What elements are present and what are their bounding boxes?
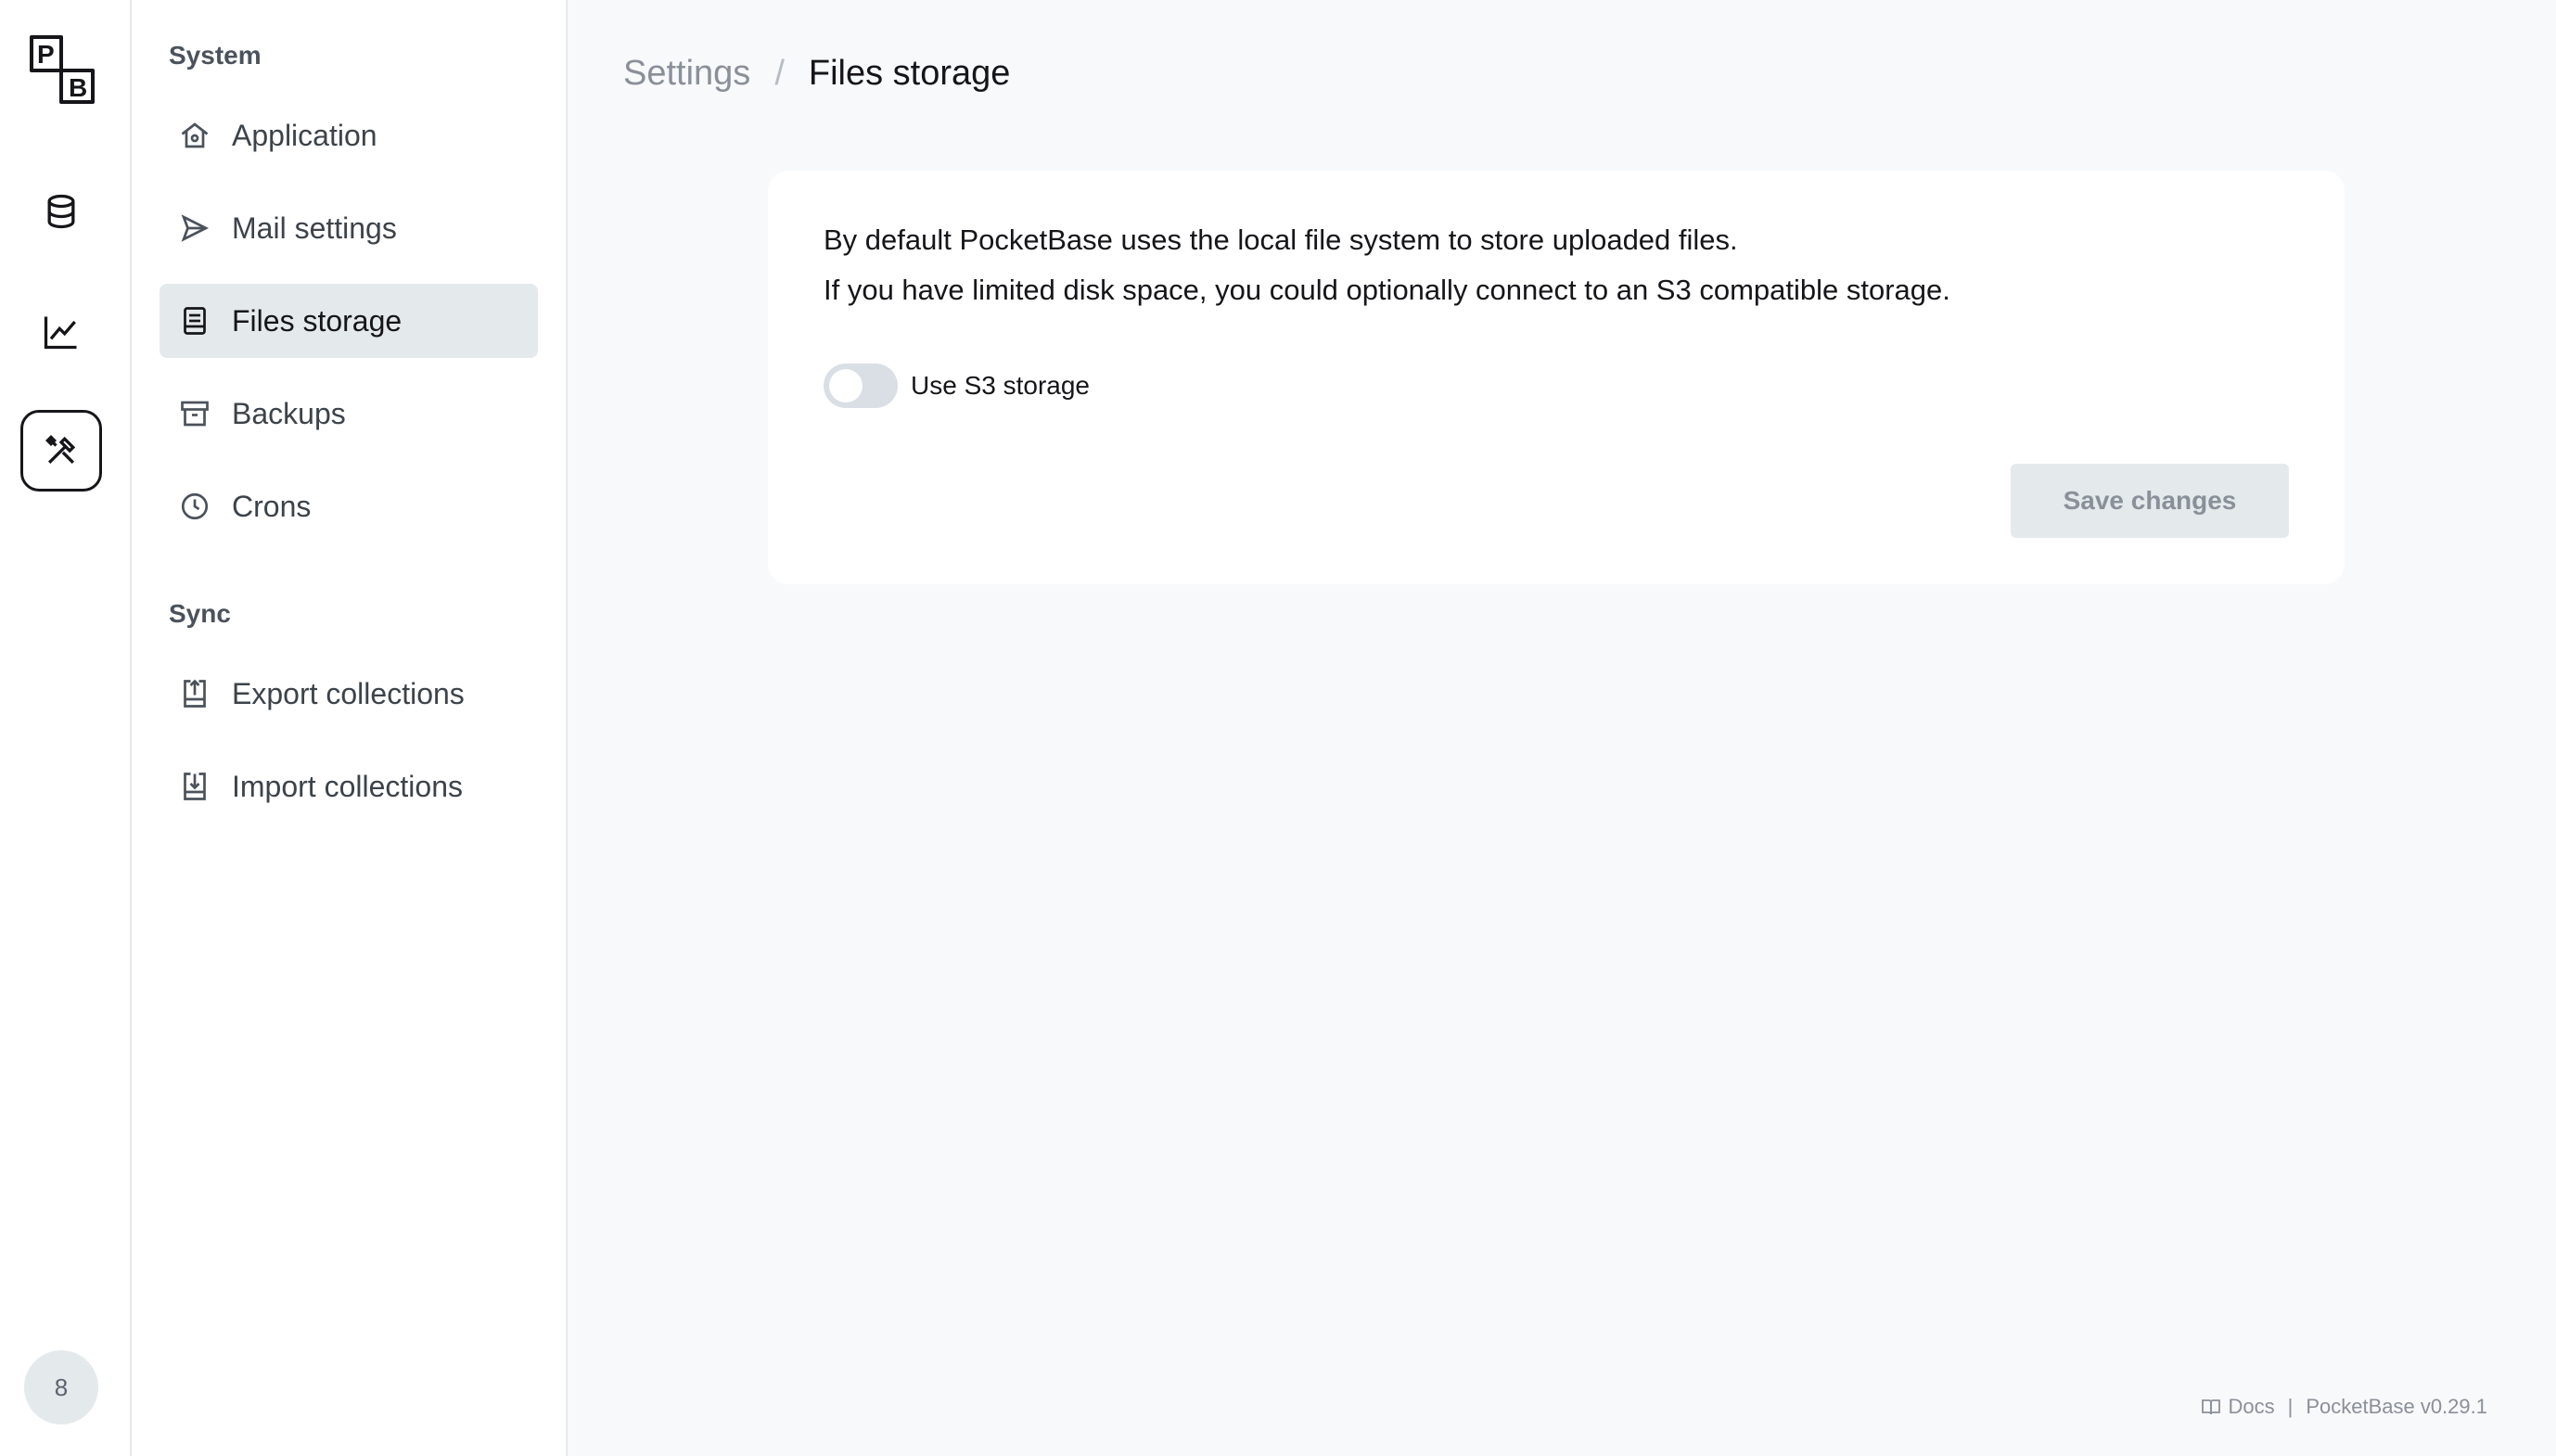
sidebar-item-label: Import collections (232, 769, 463, 803)
rail-settings-button[interactable] (20, 410, 102, 492)
sidebar-item-crons[interactable]: Crons (160, 469, 538, 543)
footer-divider: | (2287, 1395, 2294, 1418)
toggle-knob (829, 369, 863, 402)
breadcrumb-separator: / (774, 54, 785, 93)
archive-icon (178, 397, 211, 430)
import-icon (178, 770, 211, 803)
export-icon (178, 677, 211, 710)
sidebar-item-label: Files storage (232, 303, 403, 338)
sidebar-item-import-collections[interactable]: Import collections (160, 749, 538, 824)
storage-icon (178, 304, 211, 338)
files-storage-panel: By default PocketBase uses the local fil… (768, 171, 2345, 584)
sidebar-item-application[interactable]: Application (160, 98, 538, 172)
database-icon (47, 194, 75, 229)
main-content: Settings / Files storage By default Pock… (568, 0, 2556, 1456)
sidebar-item-backups[interactable]: Backups (160, 377, 538, 451)
logo-icon: P B (30, 35, 95, 104)
send-icon (178, 211, 211, 245)
sidebar-item-mail-settings[interactable]: Mail settings (160, 191, 538, 265)
avatar[interactable]: 8 (24, 1350, 98, 1424)
use-s3-label[interactable]: Use S3 storage (911, 371, 1090, 401)
description-line-1: By default PocketBase uses the local fil… (824, 224, 1738, 256)
breadcrumb: Settings / Files storage (623, 54, 1010, 94)
sidebar-section-title-sync: Sync (169, 599, 231, 628)
description-line-2: If you have limited disk space, you coul… (824, 274, 1950, 306)
rail-collections-button[interactable] (20, 171, 102, 252)
sidebar-item-label: Mail settings (232, 211, 397, 245)
settings-sidebar: System Application Mail settings Files s… (132, 0, 568, 1456)
book-icon (2202, 1399, 2221, 1415)
sidebar-item-export-collections[interactable]: Export collections (160, 657, 538, 731)
app-root: P B 8 System Application Mail settings F… (0, 0, 2556, 1456)
line-chart-icon (44, 316, 77, 350)
s3-toggle-row: Use S3 storage (824, 364, 1090, 408)
storage-description: By default PocketBase uses the local fil… (824, 215, 1950, 315)
footer: Docs | PocketBase v0.29.1 (2200, 1395, 2487, 1419)
svg-text:B: B (69, 73, 87, 102)
pocketbase-logo[interactable]: P B (24, 32, 98, 106)
sidebar-item-label: Crons (232, 489, 312, 523)
sidebar-item-label: Export collections (232, 676, 465, 710)
sidebar-item-label: Backups (232, 396, 346, 430)
use-s3-toggle[interactable] (824, 364, 898, 408)
docs-label: Docs (2228, 1395, 2275, 1418)
breadcrumb-settings-link[interactable]: Settings (623, 54, 750, 94)
tools-icon (45, 434, 76, 465)
sidebar-item-files-storage[interactable]: Files storage (160, 284, 538, 358)
app-rail: P B 8 (0, 0, 132, 1456)
sidebar-section-title-system: System (169, 41, 262, 70)
sidebar-item-label: Application (232, 118, 377, 152)
home-icon (178, 119, 211, 152)
save-changes-button[interactable]: Save changes (2011, 464, 2289, 538)
docs-link[interactable]: Docs (2200, 1395, 2275, 1419)
clock-icon (178, 490, 211, 523)
version-link[interactable]: PocketBase v0.29.1 (2306, 1395, 2487, 1419)
page-title: Files storage (808, 54, 1011, 93)
svg-text:P: P (37, 40, 55, 69)
rail-logs-button[interactable] (20, 291, 102, 373)
